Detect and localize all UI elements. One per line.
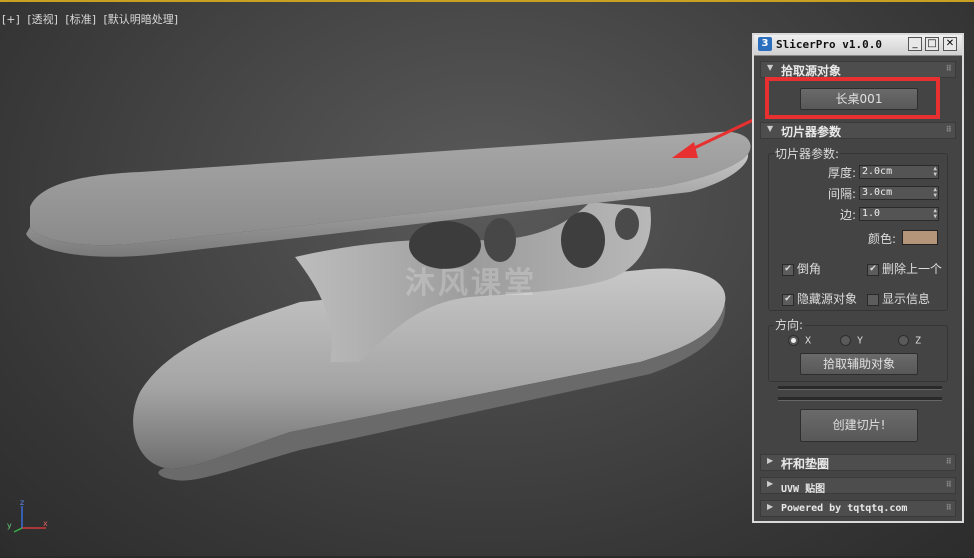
direction-x-label: X: [805, 335, 812, 347]
chamfer-label: 倒角: [797, 262, 822, 276]
collapse-triangle-icon: ▼: [767, 63, 774, 72]
window-title: SlicerPro v1.0.0: [776, 38, 882, 51]
checkbox-check-icon: ✔: [782, 293, 794, 306]
delete-prev-label: 删除上一个: [882, 262, 943, 276]
delete-prev-checkbox[interactable]: ✔ 删除上一个: [867, 260, 942, 277]
hide-source-checkbox[interactable]: ✔ 隐藏源对象: [782, 290, 857, 307]
expand-triangle-icon: ▶: [767, 456, 774, 465]
maximize-button[interactable]: □: [925, 37, 939, 51]
rollout-title: 杆和垫圈: [781, 457, 830, 471]
direction-z-label: Z: [915, 335, 922, 347]
app-3dsmax-icon: 3: [758, 37, 772, 51]
close-button[interactable]: ✕: [943, 37, 957, 51]
color-swatch[interactable]: [902, 230, 938, 245]
create-slices-button[interactable]: 创建切片!: [800, 409, 918, 442]
grip-dots-icon: ⠿: [945, 125, 952, 134]
rollout-title: 切片器参数: [781, 125, 842, 139]
highlight-box: [765, 77, 940, 119]
checkbox-check-icon: ✔: [782, 263, 794, 276]
direction-label: 方向:: [774, 316, 805, 333]
direction-y-radio[interactable]: Y: [840, 335, 863, 347]
rollout-pick-source-header[interactable]: ▼ 拾取源对象 ⠿: [760, 61, 956, 78]
spacing-value: 3.0cm: [862, 187, 893, 198]
grip-dots-icon: ⠿: [945, 457, 952, 466]
direction-x-radio[interactable]: X: [788, 335, 811, 347]
edge-spinner[interactable]: 1.0 ▲ ▼: [859, 207, 939, 221]
window-titlebar[interactable]: 3 SlicerPro v1.0.0 _ □ ✕: [754, 35, 962, 56]
spinner-arrows-icon[interactable]: ▲ ▼: [933, 187, 937, 199]
separator-line: [778, 397, 942, 401]
grip-dots-icon: ⠿: [945, 503, 952, 512]
show-info-checkbox[interactable]: 显示信息: [867, 290, 930, 307]
radio-empty-icon: [898, 335, 909, 346]
rollout-powered-header[interactable]: ▶ Powered by tqtqtq.com ⠿: [760, 500, 956, 517]
slicerpro-window[interactable]: 3 SlicerPro v1.0.0 _ □ ✕ ▼ 拾取源对象 ⠿ 长桌001…: [752, 33, 964, 523]
edge-label: 边:: [839, 208, 856, 222]
spinner-arrows-icon[interactable]: ▲ ▼: [933, 166, 937, 178]
direction-z-radio[interactable]: Z: [898, 335, 921, 347]
rollout-title: Powered by tqtqtq.com: [781, 503, 908, 514]
spinner-arrows-icon[interactable]: ▲ ▼: [933, 208, 937, 220]
grip-dots-icon: ⠿: [945, 480, 952, 489]
checkbox-check-icon: ✔: [867, 263, 879, 276]
thickness-value: 2.0cm: [862, 166, 893, 177]
radio-selected-icon: [788, 335, 799, 346]
group-label: 切片器参数:: [774, 145, 841, 162]
radio-empty-icon: [840, 335, 851, 346]
checkbox-empty-icon: [867, 293, 879, 306]
spacing-spinner[interactable]: 3.0cm ▲ ▼: [859, 186, 939, 200]
rollout-title: UVW 贴图: [781, 484, 826, 495]
collapse-triangle-icon: ▼: [767, 124, 774, 133]
hide-source-label: 隐藏源对象: [797, 292, 858, 306]
rollout-rods-header[interactable]: ▶ 杆和垫圈 ⠿: [760, 454, 956, 471]
separator-line: [778, 386, 942, 390]
edge-value: 1.0: [862, 208, 881, 219]
minimize-button[interactable]: _: [908, 37, 922, 51]
pick-helper-button[interactable]: 拾取辅助对象: [800, 353, 918, 375]
expand-triangle-icon: ▶: [767, 479, 774, 488]
grip-dots-icon: ⠿: [945, 64, 952, 73]
rollout-slicer-params-header[interactable]: ▼ 切片器参数 ⠿: [760, 122, 956, 139]
spacing-label: 间隔:: [827, 187, 856, 201]
chamfer-checkbox[interactable]: ✔ 倒角: [782, 260, 821, 277]
direction-y-label: Y: [857, 335, 864, 347]
rollout-uvw-header[interactable]: ▶ UVW 贴图 ⠿: [760, 477, 956, 495]
thickness-label: 厚度:: [827, 166, 856, 180]
color-label: 颜色:: [867, 232, 896, 246]
expand-triangle-icon: ▶: [767, 502, 774, 511]
show-info-label: 显示信息: [882, 292, 931, 306]
thickness-spinner[interactable]: 2.0cm ▲ ▼: [859, 165, 939, 179]
